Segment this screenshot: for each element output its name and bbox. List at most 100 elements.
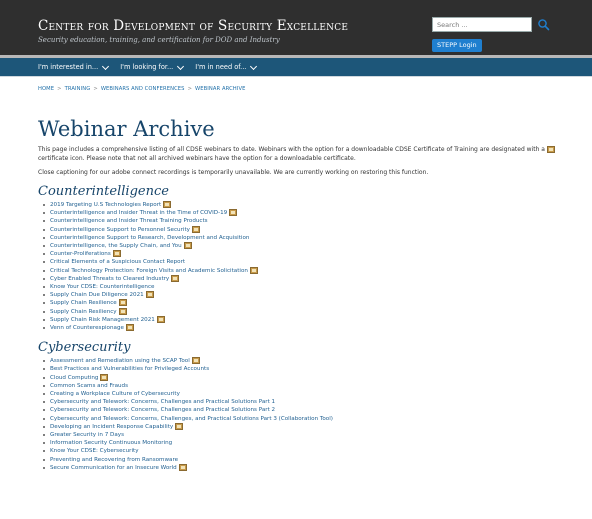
- site-title[interactable]: Center for Development of Security Excel…: [38, 18, 348, 34]
- nav-item-interested-in[interactable]: I'm interested in...: [38, 62, 110, 71]
- certificate-icon[interactable]: [163, 201, 172, 208]
- certificate-icon[interactable]: [178, 463, 187, 471]
- webinar-list-item: Counterintelligence and Insider Threat i…: [43, 209, 584, 217]
- webinar-list-item: Assessment and Remediation using the SCA…: [43, 357, 584, 365]
- breadcrumb-link-webinars[interactable]: Webinars and Conferences: [101, 86, 185, 92]
- page-title: Webinar Archive: [38, 117, 215, 141]
- webinar-link[interactable]: Counterintelligence Support to Personnel…: [50, 227, 190, 233]
- nav-item-in-need-of[interactable]: I'm in need of...: [195, 62, 258, 71]
- webinar-list-item: Information Security Continuous Monitori…: [43, 439, 584, 447]
- webinar-link[interactable]: Secure Communication for an Insecure Wor…: [50, 465, 177, 471]
- webinar-link[interactable]: Greater Security in 7 Days: [50, 432, 124, 438]
- webinar-link[interactable]: Supply Chain Risk Management 2021: [50, 317, 155, 323]
- stepp-login-button[interactable]: STEPP Login: [432, 39, 482, 52]
- webinar-list-item: Cybersecurity and Telework: Concerns, Ch…: [43, 415, 584, 423]
- webinar-link[interactable]: Developing an Incident Response Capabili…: [50, 424, 173, 430]
- certificate-icon[interactable]: [145, 291, 154, 299]
- webinar-list-item: Developing an Incident Response Capabili…: [43, 422, 584, 431]
- webinar-list-item: Supply Chain Risk Management 2021: [43, 315, 584, 324]
- webinar-link[interactable]: Counterintelligence and Insider Threat T…: [50, 218, 208, 224]
- webinar-list-item: Cybersecurity and Telework: Concerns, Ch…: [43, 398, 584, 406]
- breadcrumb-link-home[interactable]: Home: [38, 86, 54, 92]
- webinar-list-item: Counterintelligence Support to Personnel…: [43, 225, 584, 234]
- webinar-link[interactable]: Best Practices and Vulnerabilities for P…: [50, 366, 209, 372]
- webinar-link[interactable]: Counterintelligence, the Supply Chain, a…: [50, 243, 182, 249]
- chevron-down-icon: [102, 62, 110, 70]
- webinar-link[interactable]: Assessment and Remediation using the SCA…: [50, 358, 190, 364]
- webinar-link[interactable]: Creating a Workplace Culture of Cybersec…: [50, 391, 180, 397]
- site-header: Center for Development of Security Excel…: [0, 0, 592, 58]
- webinar-list-item: Counterintelligence, the Supply Chain, a…: [43, 242, 584, 250]
- webinar-list-item: Common Scams and Frauds: [43, 382, 584, 390]
- main-nav: I'm interested in... I'm looking for... …: [0, 58, 592, 77]
- webinar-link[interactable]: Critical Elements of a Suspicious Contac…: [50, 259, 185, 265]
- webinar-link[interactable]: Information Security Continuous Monitori…: [50, 440, 172, 446]
- webinar-link[interactable]: Counterintelligence Support to Research,…: [50, 235, 249, 241]
- breadcrumb-separator-icon: >: [187, 86, 193, 92]
- section-title-counterintelligence: Counterintelligence: [38, 184, 169, 199]
- intro-text-part-2: certificate icon. Please note that not a…: [38, 155, 356, 162]
- webinar-list-item: Counterintelligence and Insider Threat T…: [43, 217, 584, 225]
- webinar-list-counterintelligence: 2019 Targeting U.S Technologies Report Co…: [38, 201, 584, 332]
- breadcrumb-separator-icon: >: [93, 86, 98, 92]
- webinar-link[interactable]: Critical Technology Protection: Foreign …: [50, 268, 248, 274]
- webinar-link[interactable]: Know Your CDSE: Cybersecurity: [50, 448, 139, 454]
- webinar-list-item: Counter-Proliferations: [43, 250, 584, 258]
- certificate-icon[interactable]: [171, 274, 180, 282]
- certificate-icon[interactable]: [183, 242, 192, 250]
- captioning-notice: Close captioning for our adobe connect r…: [38, 169, 429, 176]
- certificate-icon[interactable]: [175, 422, 184, 430]
- webinar-link[interactable]: Cloud Computing: [50, 375, 98, 381]
- certificate-icon[interactable]: [125, 324, 134, 332]
- webinar-link[interactable]: Cybersecurity and Telework: Concerns, Ch…: [50, 407, 275, 413]
- webinar-list-item: Know Your CDSE: Cybersecurity: [43, 447, 584, 455]
- webinar-list-item: Cloud Computing: [43, 373, 584, 382]
- certificate-icon[interactable]: [191, 225, 200, 233]
- webinar-link[interactable]: Preventing and Recovering from Ransomwar…: [50, 457, 178, 463]
- chevron-down-icon: [250, 62, 258, 70]
- certificate-icon[interactable]: [112, 250, 121, 258]
- webinar-list-item: Greater Security in 7 Days: [43, 431, 584, 439]
- certificate-icon[interactable]: [229, 209, 238, 217]
- breadcrumb-link-training[interactable]: Training: [65, 86, 91, 92]
- webinar-list-item: 2019 Targeting U.S Technologies Report: [43, 201, 584, 209]
- webinar-link[interactable]: Supply Chain Due Diligence 2021: [50, 292, 144, 298]
- webinar-list-item: Preventing and Recovering from Ransomwar…: [43, 456, 584, 464]
- webinar-link[interactable]: Venn of Counterespionage: [50, 325, 124, 331]
- search-input[interactable]: [432, 17, 532, 32]
- webinar-list-cybersecurity: Assessment and Remediation using the SCA…: [38, 357, 584, 472]
- webinar-link[interactable]: Cybersecurity and Telework: Concerns, Ch…: [50, 399, 275, 405]
- webinar-link[interactable]: Common Scams and Frauds: [50, 383, 128, 389]
- webinar-link[interactable]: 2019 Targeting U.S Technologies Report: [50, 202, 161, 208]
- intro-text: This page includes a comprehensive listi…: [38, 145, 578, 163]
- webinar-link[interactable]: Supply Chain Resilience: [50, 300, 117, 306]
- webinar-link[interactable]: Counter-Proliferations: [50, 251, 111, 257]
- webinar-list-item: Counterintelligence Support to Research,…: [43, 234, 584, 242]
- webinar-list-item: Supply Chain Resilience: [43, 299, 584, 307]
- certificate-icon[interactable]: [118, 299, 127, 307]
- webinar-link[interactable]: Supply Chain Resiliency: [50, 309, 117, 315]
- certificate-icon[interactable]: [249, 266, 258, 274]
- certificate-icon: [547, 146, 555, 153]
- webinar-link[interactable]: Counterintelligence and Insider Threat i…: [50, 210, 227, 216]
- webinar-link[interactable]: Know Your CDSE: Counterintelligence: [50, 284, 154, 290]
- intro-text-part-1: This page includes a comprehensive listi…: [38, 146, 545, 153]
- certificate-icon[interactable]: [191, 357, 200, 365]
- search-icon[interactable]: [537, 18, 551, 32]
- webinar-link[interactable]: Cybersecurity and Telework: Concerns, Ch…: [50, 416, 333, 422]
- nav-item-label: I'm interested in...: [38, 63, 99, 71]
- breadcrumb-separator-icon: >: [57, 86, 62, 92]
- webinar-list-item: Best Practices and Vulnerabilities for P…: [43, 365, 584, 373]
- certificate-icon[interactable]: [156, 315, 165, 323]
- chevron-down-icon: [177, 62, 185, 70]
- webinar-list-item: Cyber Enabled Threats to Cleared Industr…: [43, 274, 584, 283]
- section-title-cybersecurity: Cybersecurity: [38, 340, 131, 356]
- certificate-icon[interactable]: [118, 307, 127, 315]
- webinar-list-item: Venn of Counterespionage: [43, 324, 584, 332]
- webinar-link[interactable]: Cyber Enabled Threats to Cleared Industr…: [50, 276, 169, 282]
- nav-item-label: I'm in need of...: [195, 63, 247, 71]
- certificate-icon[interactable]: [100, 373, 109, 381]
- webinar-list-item: Know Your CDSE: Counterintelligence: [43, 283, 584, 291]
- nav-item-looking-for[interactable]: I'm looking for...: [120, 62, 185, 71]
- webinar-list-item: Creating a Workplace Culture of Cybersec…: [43, 390, 584, 398]
